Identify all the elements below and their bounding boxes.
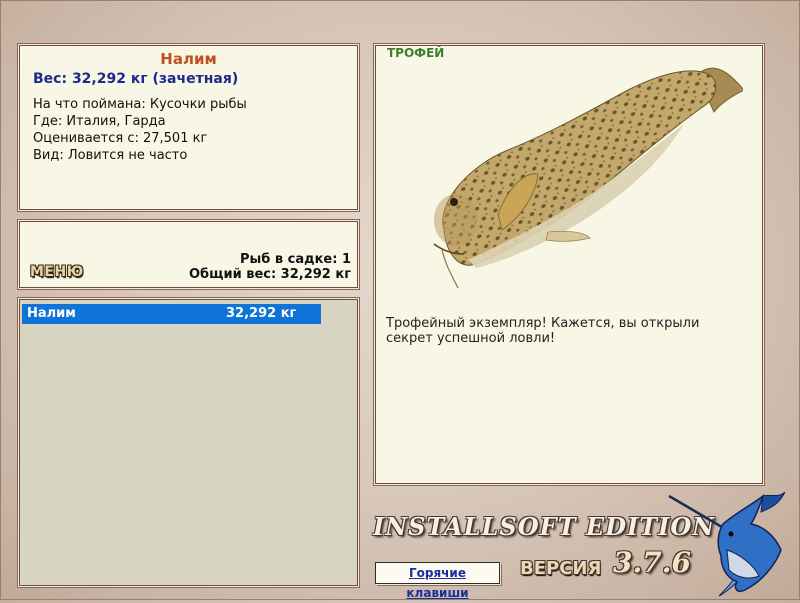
catch-list-item[interactable]: Налим 32,292 кг — [22, 304, 321, 324]
fish-info-panel: Налим Вес: 32,292 кг (зачетная) На что п… — [19, 45, 358, 210]
estimate-line: Оценивается с: 27,501 кг — [33, 131, 208, 146]
catch-item-weight: 32,292 кг — [226, 306, 297, 321]
keepnet-counts: Рыб в садке: 1 Общий вес: 32,292 кг — [189, 252, 351, 282]
keepnet-status-panel: МЕНЮ Рыб в садке: 1 Общий вес: 32,292 кг — [19, 221, 358, 288]
fish-count: Рыб в садке: 1 — [239, 252, 351, 267]
version-label: ВЕРСИЯ — [520, 558, 602, 579]
total-weight: Общий вес: 32,292 кг — [188, 267, 351, 282]
bait-line: На что поймана: Кусочки рыбы — [33, 97, 247, 112]
trophy-panel: ТРОФЕЙ Трофейный экземпляр! Кажется, вы … — [375, 45, 763, 484]
catch-list-panel[interactable]: Налим 32,292 кг — [19, 299, 358, 586]
hotkeys-button[interactable]: Горячие клавиши — [375, 562, 500, 600]
fish-details: На что поймана: Кусочки рыбы Где: Италия… — [33, 96, 247, 164]
fish-name-title: Налим — [160, 50, 217, 68]
brand-logo-text: INSTALLSOFT EDITION — [373, 512, 716, 541]
catch-item-name: Налим — [27, 306, 76, 321]
menu-button[interactable]: МЕНЮ — [30, 264, 84, 280]
location-line: Где: Италия, Гарда — [33, 114, 166, 129]
trophy-description: Трофейный экземпляр! Кажется, вы открыли… — [386, 316, 700, 346]
marlin-logo-icon — [668, 491, 786, 597]
fish-weight: Вес: 32,292 кг (зачетная) — [33, 71, 239, 87]
rarity-line: Вид: Ловится не часто — [33, 148, 188, 163]
burbot-fish-image — [433, 67, 743, 289]
